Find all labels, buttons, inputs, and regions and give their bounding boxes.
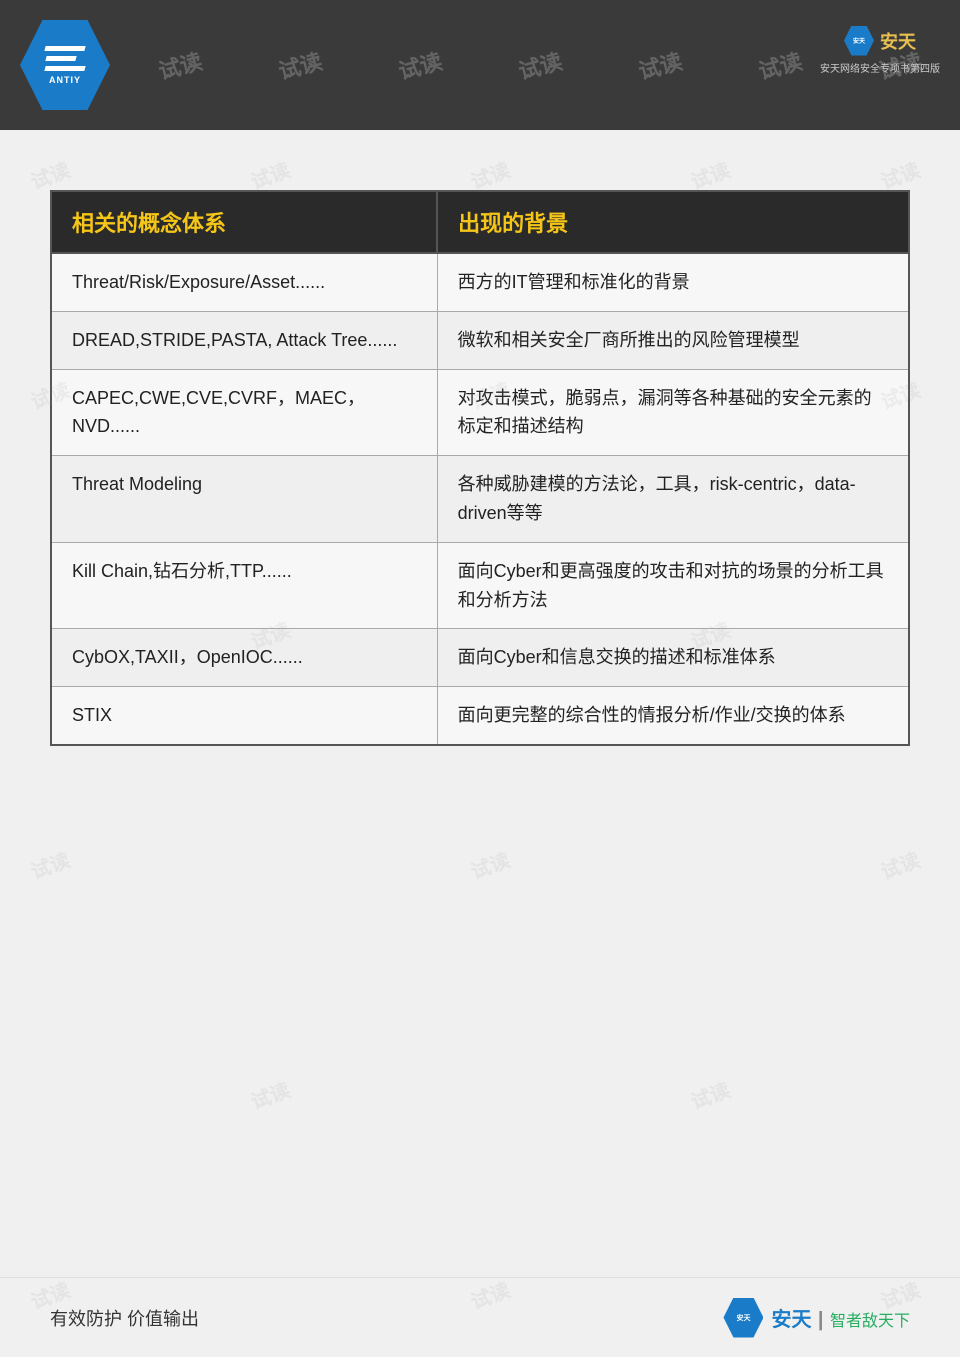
cell-background: 各种威胁建模的方法论，工具，risk-centric，data-driven等等 [437, 456, 909, 543]
antiy-badge-inner: 安天 [853, 36, 865, 45]
logo-text: ANTIY [49, 75, 81, 85]
antiy-logo: ANTIY [20, 20, 110, 110]
watermark-12: 试读 [876, 844, 924, 885]
header: 试读试读试读试读试读试读试读试读 ANTIY 安天 安天 安天网络安全专项书第四… [0, 0, 960, 130]
cell-concept: DREAD,STRIDE,PASTA, Attack Tree...... [51, 311, 437, 369]
footer-brand-sep: | [818, 1309, 824, 1331]
footer-badge-inner: 安天 [736, 1313, 750, 1323]
cell-background: 西方的IT管理和标准化的背景 [437, 253, 909, 311]
table-row: DREAD,STRIDE,PASTA, Attack Tree......微软和… [51, 311, 909, 369]
logo-line-1 [44, 46, 85, 51]
header-watermark-2: 试读 [275, 44, 326, 86]
cell-background: 微软和相关安全厂商所推出的风险管理模型 [437, 311, 909, 369]
footer-antiy-icon: 安天 [723, 1298, 763, 1338]
footer: 有效防护 价值输出 安天 安天 | 智者敌天下 [0, 1277, 960, 1357]
header-watermarks: 试读试读试读试读试读试读试读试读 [0, 0, 960, 130]
header-right-logo: 安天 安天 安天网络安全专项书第四版 [820, 10, 940, 90]
table-row: Threat Modeling各种威胁建模的方法论，工具，risk-centri… [51, 456, 909, 543]
cell-concept: CybOX,TAXII，OpenIOC...... [51, 629, 437, 687]
header-watermark-1: 试读 [155, 44, 206, 86]
header-watermark-6: 试读 [755, 44, 806, 86]
footer-logo: 安天 安天 | 智者敌天下 [723, 1298, 910, 1338]
logo-line-2 [45, 56, 76, 61]
cell-background: 面向Cyber和信息交换的描述和标准体系 [437, 629, 909, 687]
table-row: CybOX,TAXII，OpenIOC......面向Cyber和信息交换的描述… [51, 629, 909, 687]
table-row: STIX面向更完整的综合性的情报分析/作业/交换的体系 [51, 687, 909, 745]
footer-brand-antiy: 安天 [771, 1309, 811, 1331]
col2-header: 出现的背景 [437, 191, 909, 253]
header-watermark-3: 试读 [395, 44, 446, 86]
logo-lines [45, 46, 85, 71]
table-row: Kill Chain,钻石分析,TTP......面向Cyber和更高强度的攻击… [51, 542, 909, 629]
footer-brand: 安天 | 智者敌天下 [771, 1303, 910, 1332]
watermark-11: 试读 [466, 844, 514, 885]
cell-concept: STIX [51, 687, 437, 745]
logo-line-3 [44, 66, 85, 71]
footer-brand-slogan: 智者敌天下 [830, 1313, 910, 1330]
cell-concept: Threat Modeling [51, 456, 437, 543]
antiy-name-text: 安天 [880, 28, 916, 54]
watermark-14: 试读 [686, 1074, 734, 1115]
watermark-13: 试读 [246, 1074, 294, 1115]
header-watermark-4: 试读 [515, 44, 566, 86]
cell-background: 面向Cyber和更高强度的攻击和对抗的场景的分析工具和分析方法 [437, 542, 909, 629]
cell-concept: Kill Chain,钻石分析,TTP...... [51, 542, 437, 629]
table-row: CAPEC,CWE,CVE,CVRF，MAEC，NVD......对攻击模式，脆… [51, 369, 909, 456]
cell-background: 对攻击模式，脆弱点，漏洞等各种基础的安全元素的标定和描述结构 [437, 369, 909, 456]
cell-concept: Threat/Risk/Exposure/Asset...... [51, 253, 437, 311]
header-right-inner: 安天 安天 [844, 26, 916, 56]
antiy-sub-text: 安天网络安全专项书第四版 [820, 60, 940, 75]
cell-background: 面向更完整的综合性的情报分析/作业/交换的体系 [437, 687, 909, 745]
col1-header: 相关的概念体系 [51, 191, 437, 253]
table-row: Threat/Risk/Exposure/Asset......西方的IT管理和… [51, 253, 909, 311]
footer-slogan: 有效防护 价值输出 [50, 1305, 199, 1331]
cell-concept: CAPEC,CWE,CVE,CVRF，MAEC，NVD...... [51, 369, 437, 456]
watermark-10: 试读 [26, 844, 74, 885]
concept-table: 相关的概念体系 出现的背景 Threat/Risk/Exposure/Asset… [50, 190, 910, 746]
antiy-badge-icon: 安天 [844, 26, 874, 56]
header-watermark-5: 试读 [635, 44, 686, 86]
main-content: 相关的概念体系 出现的背景 Threat/Risk/Exposure/Asset… [0, 130, 960, 786]
